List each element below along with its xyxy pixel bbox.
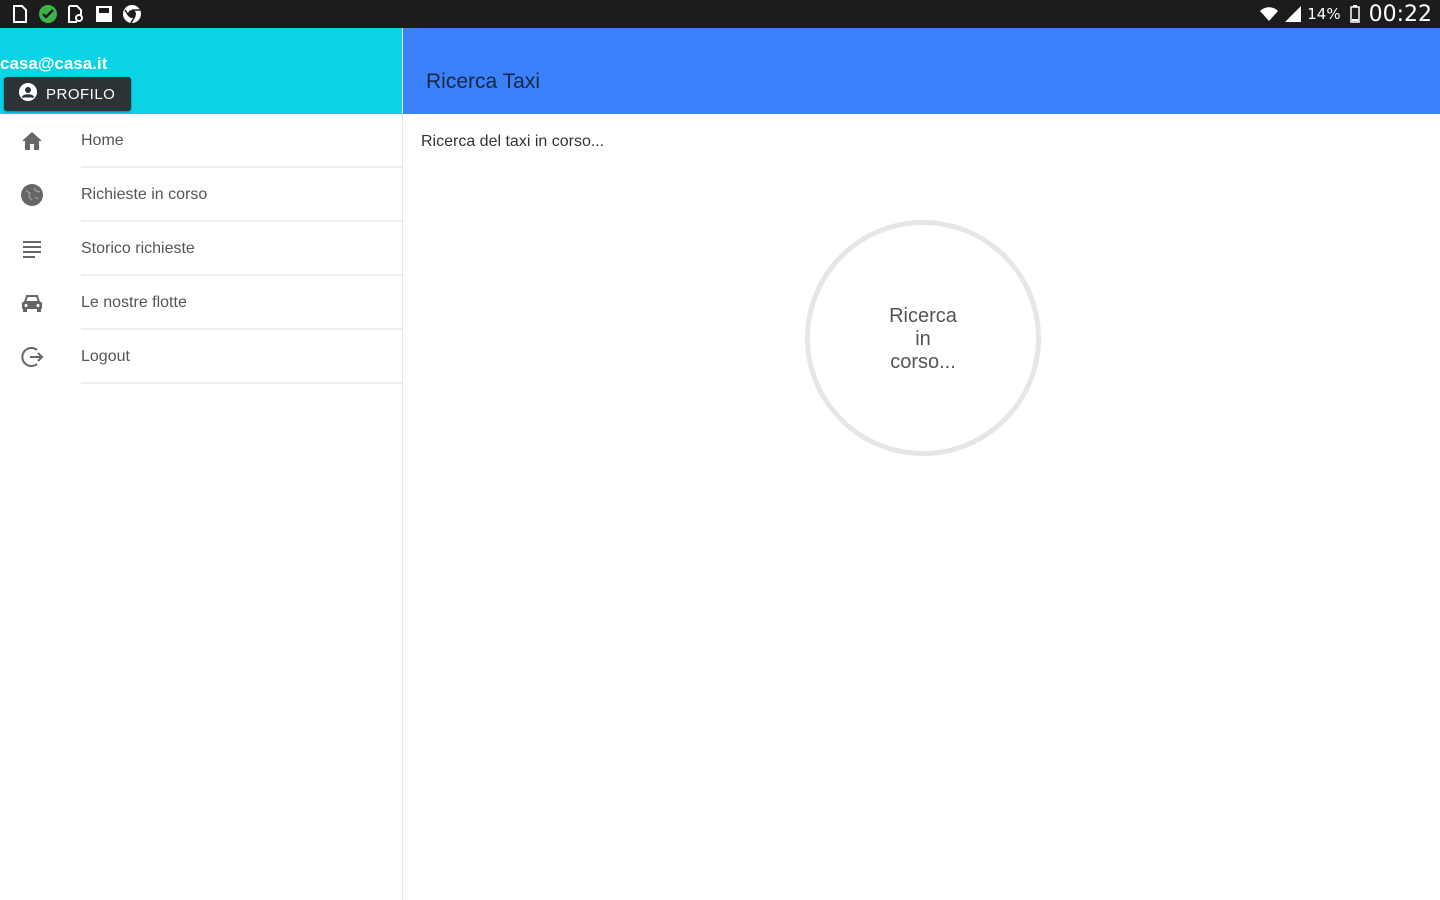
- menu-item-storico-richieste[interactable]: Storico richieste: [0, 222, 402, 276]
- battery-percent: 14%: [1307, 5, 1341, 23]
- spinner-label: Ricerca in corso...: [889, 305, 957, 373]
- menu-item-label: Le nostre flotte: [81, 294, 187, 311]
- navigation-drawer: casa@casa.it PROFILO Home Richieste in c…: [0, 28, 403, 900]
- profile-button[interactable]: PROFILO: [4, 77, 132, 111]
- menu-item-label: Home: [81, 132, 124, 149]
- menu-item-richieste-in-corso[interactable]: Richieste in corso: [0, 168, 402, 222]
- profile-button-label: PROFILO: [46, 85, 116, 103]
- car-icon: [20, 291, 44, 315]
- drawer-menu: Home Richieste in corso Storico richiest…: [0, 114, 402, 384]
- loading-spinner: Ricerca in corso...: [805, 220, 1041, 456]
- account-circle-icon: [18, 82, 38, 106]
- menu-item-label: Richieste in corso: [81, 186, 208, 203]
- app-bar: Ricerca Taxi: [403, 28, 1440, 114]
- chrome-icon: [122, 4, 142, 24]
- logout-icon: [20, 345, 44, 369]
- drawer-header: casa@casa.it PROFILO: [0, 28, 402, 114]
- file-search-icon: [66, 4, 86, 24]
- clock: 00:22: [1368, 1, 1432, 27]
- page-title: Ricerca Taxi: [426, 70, 540, 93]
- home-icon: [20, 129, 44, 153]
- menu-item-label: Logout: [81, 348, 130, 365]
- status-bar: 14% 00:22: [0, 0, 1440, 28]
- status-bar-system: 14% 00:22: [1259, 2, 1440, 27]
- battery-icon: [1345, 4, 1365, 24]
- user-email: casa@casa.it: [0, 54, 108, 73]
- save-icon: [94, 4, 114, 24]
- search-status-text: Ricerca del taxi in corso...: [421, 133, 605, 150]
- menu-item-label: Storico richieste: [81, 240, 195, 257]
- signal-icon: [1283, 4, 1303, 24]
- globe-icon: [20, 183, 44, 207]
- document-icon: [10, 4, 30, 24]
- menu-item-logout[interactable]: Logout: [0, 330, 402, 384]
- divider: [81, 382, 402, 384]
- menu-item-home[interactable]: Home: [0, 114, 402, 168]
- list-icon: [20, 237, 44, 261]
- check-circle-icon: [38, 4, 58, 24]
- menu-item-le-nostre-flotte[interactable]: Le nostre flotte: [0, 276, 402, 330]
- status-bar-notifications: [0, 4, 142, 24]
- wifi-icon: [1259, 4, 1279, 24]
